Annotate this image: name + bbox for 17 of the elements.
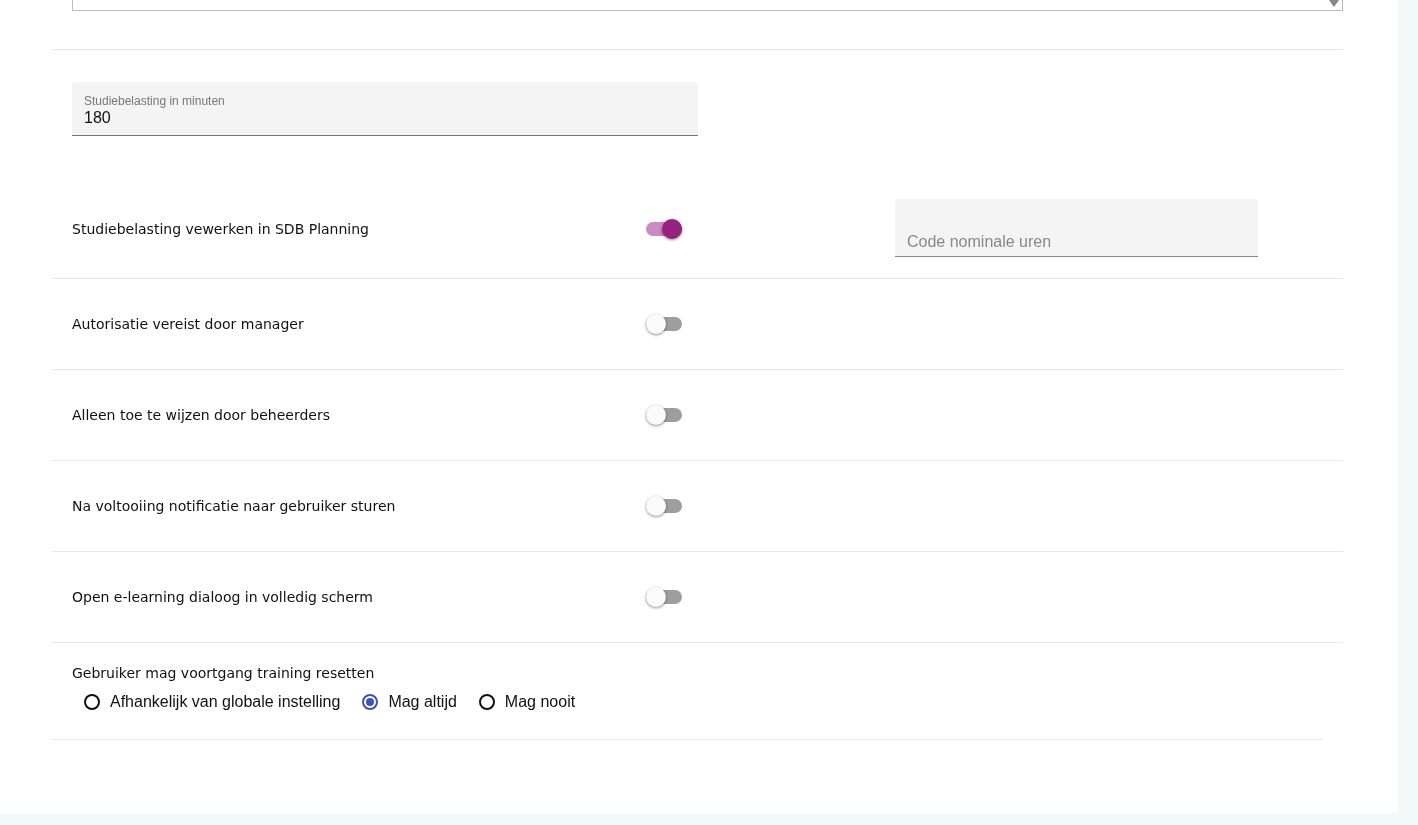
- setting-label: Gebruiker mag voortgang training resetten: [72, 665, 375, 681]
- setting-label: Autorisatie vereist door manager: [72, 316, 305, 332]
- setting-label: Alleen toe te wijzen door beheerders: [72, 407, 331, 423]
- radio-option[interactable]: Mag altijd: [362, 693, 457, 711]
- toggle-switch[interactable]: [646, 587, 682, 607]
- setting-label: Studiebelasting vewerken in SDB Planning: [72, 220, 370, 237]
- toggle-switch[interactable]: [646, 314, 682, 334]
- toggle-switch[interactable]: [646, 218, 682, 239]
- radio-option[interactable]: Afhankelijk van globale instelling: [84, 693, 341, 711]
- study-load-field[interactable]: Studiebelasting in minuten 180: [72, 82, 698, 136]
- setting-label: Na voltooiing notificatie naar gebruiker sturen: [72, 498, 397, 514]
- toggle-switch[interactable]: [646, 496, 682, 516]
- toggle-switch[interactable]: [646, 405, 682, 425]
- textarea-field[interactable]: [72, 0, 1343, 11]
- setting-label: Open e-learning dialoog in volledig scherm: [72, 589, 374, 605]
- radio-option[interactable]: Mag nooit: [478, 693, 576, 711]
- resize-handle-icon[interactable]: [1329, 0, 1339, 7]
